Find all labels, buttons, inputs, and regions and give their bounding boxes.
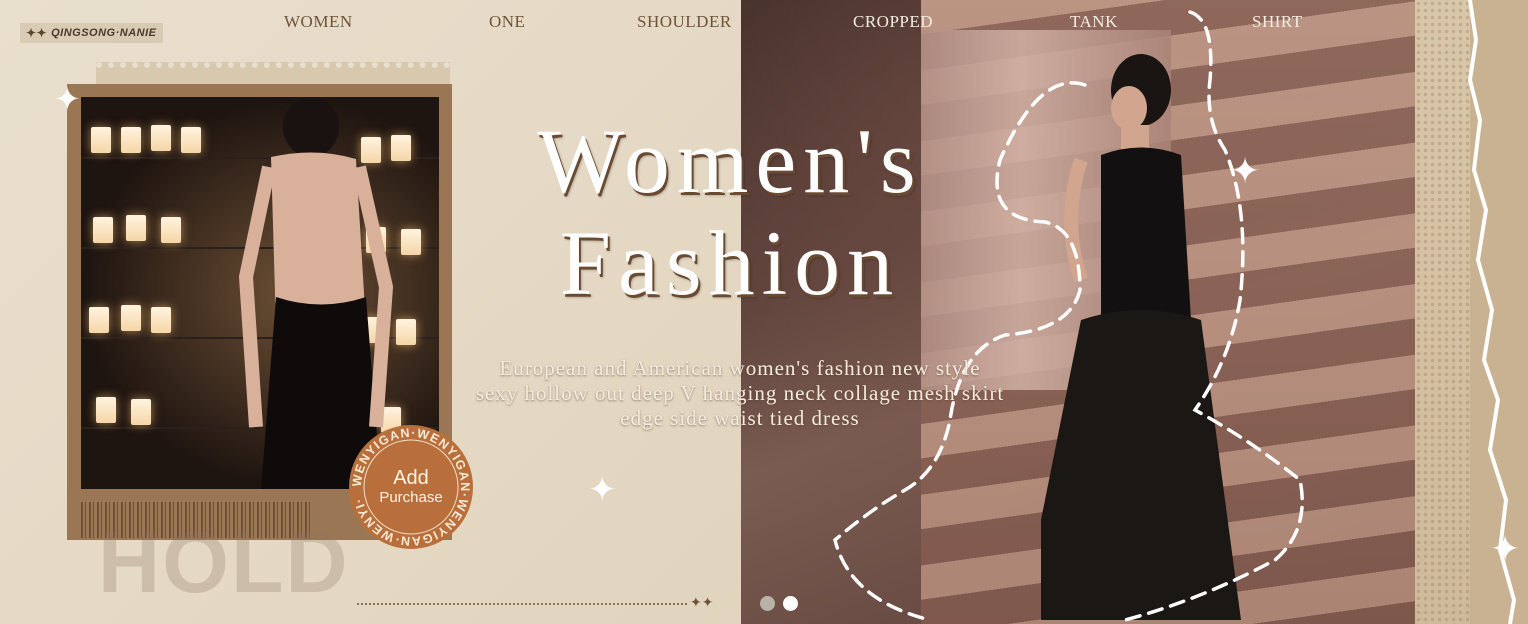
top-nav: WOMEN ONE SHOULDER CROPPED TANK SHIRT (0, 12, 1415, 34)
hold-watermark: HOLD (98, 515, 350, 611)
nav-cropped[interactable]: CROPPED (853, 12, 933, 32)
nav-shoulder[interactable]: SHOULDER (637, 12, 732, 32)
sparkle-icon: ✦ (1230, 151, 1261, 191)
carousel-dot-1[interactable] (760, 596, 775, 611)
nav-shirt[interactable]: SHIRT (1252, 12, 1303, 32)
candle (93, 217, 113, 243)
candle (181, 127, 201, 153)
candle (121, 305, 141, 331)
subtitle-line-2: sexy hollow out deep V hanging neck coll… (475, 381, 1005, 405)
nav-tank[interactable]: TANK (1070, 12, 1118, 32)
carousel-indicators (760, 596, 798, 611)
subtitle-line-1: European and American women's fashion ne… (499, 356, 981, 380)
candle (151, 307, 171, 333)
sparkle-icon: ✦ (54, 81, 81, 117)
sparkle-icon: ✦ (1490, 529, 1521, 569)
four-point-star-icon: ✦✦ (690, 596, 714, 611)
nav-one[interactable]: ONE (489, 12, 525, 32)
candle (96, 397, 116, 423)
candle (126, 215, 146, 241)
add-label: Add (393, 467, 429, 489)
hero-banner: ✦✦ QINGSONG·NANIE WOMEN ONE SHOULDER CRO… (0, 0, 1528, 624)
candle (121, 127, 141, 153)
subtitle-line-3: edge side waist tied dress (620, 406, 860, 430)
seal-center: Add Purchase (366, 442, 456, 532)
add-purchase-button[interactable]: WENYIGAN·WENYIGAN·WENYIGAN·WENYI· Add Pu… (346, 422, 476, 552)
dotted-divider (357, 603, 687, 607)
candle (151, 125, 171, 151)
candle (161, 217, 181, 243)
candle (89, 307, 109, 333)
hero-title: Women's Fashion (470, 110, 990, 314)
carousel-dot-2-active[interactable] (783, 596, 798, 611)
nav-women[interactable]: WOMEN (284, 12, 353, 32)
purchase-label: Purchase (379, 489, 443, 506)
hero-subtitle: European and American women's fashion ne… (420, 356, 1060, 431)
candle (91, 127, 111, 153)
title-line-1: Women's (537, 110, 923, 212)
candle (131, 399, 151, 425)
title-line-2: Fashion (559, 212, 901, 314)
sparkle-icon: ✦ (588, 472, 617, 509)
